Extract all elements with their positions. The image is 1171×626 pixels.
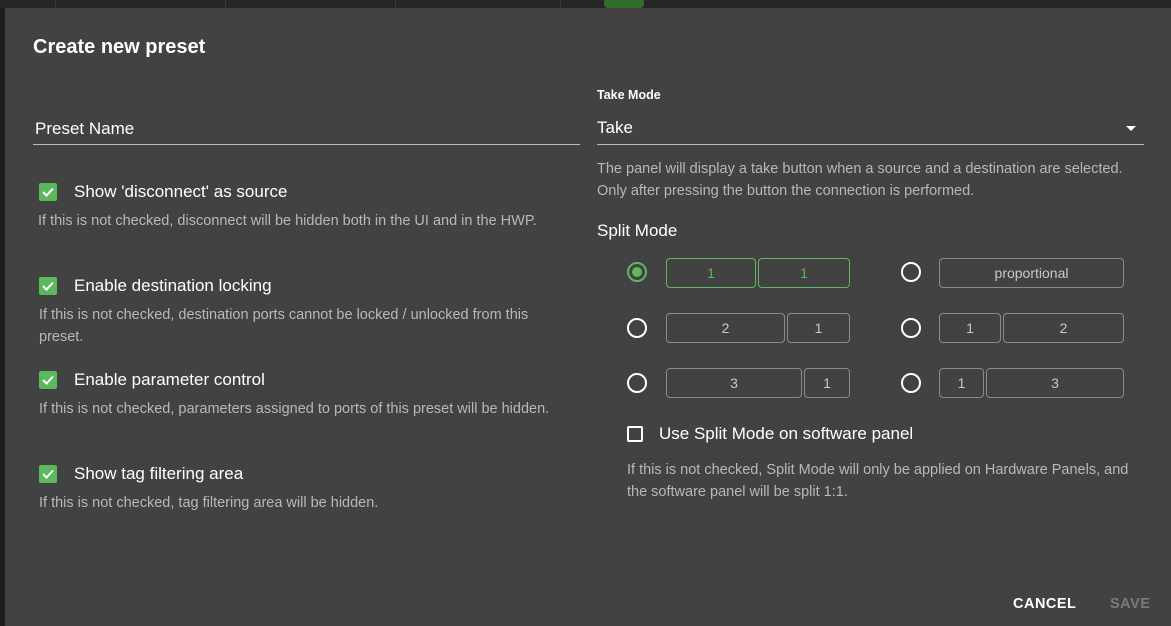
- option-parameter-control: Enable parameter control If this is not …: [39, 368, 579, 420]
- background-divider: [55, 0, 56, 8]
- cancel-button[interactable]: CANCEL: [1013, 596, 1076, 612]
- take-mode-value: Take: [597, 118, 633, 137]
- option-destination-locking: Enable destination locking If this is no…: [39, 274, 579, 348]
- option-label: Enable destination locking: [74, 276, 272, 295]
- option-label: Show tag filtering area: [74, 464, 244, 483]
- split-part: 2: [1003, 313, 1124, 343]
- dialog-title: Create new preset: [33, 36, 206, 58]
- create-preset-dialog: Create new preset Show 'disconnect' as s…: [5, 8, 1171, 626]
- option-help: If this is not checked, disconnect will …: [38, 213, 537, 229]
- destination-locking-checkbox[interactable]: [39, 277, 57, 295]
- software-panel-help: If this is not checked, Split Mode will …: [627, 462, 1129, 500]
- tag-filtering-checkbox[interactable]: [39, 465, 57, 483]
- check-icon: [42, 375, 54, 385]
- split-part: 3: [986, 368, 1124, 398]
- background-divider: [395, 0, 396, 8]
- split-part: 1: [939, 368, 984, 398]
- option-show-disconnect: Show 'disconnect' as source If this is n…: [38, 180, 579, 232]
- option-help: If this is not checked, tag filtering ar…: [39, 495, 379, 511]
- background-divider: [560, 0, 561, 8]
- option-help: If this is not checked, parameters assig…: [39, 401, 550, 417]
- split-part: 3: [666, 368, 802, 398]
- take-mode-help: The panel will display a take button whe…: [597, 161, 1123, 199]
- split-radio-3-1[interactable]: [627, 373, 647, 393]
- split-radio-1-3[interactable]: [901, 373, 921, 393]
- background-app-strip: [0, 0, 1171, 8]
- split-part: 1: [787, 313, 850, 343]
- parameter-control-checkbox[interactable]: [39, 371, 57, 389]
- check-icon: [42, 187, 54, 197]
- split-radio-2-1[interactable]: [627, 318, 647, 338]
- split-part: 1: [939, 313, 1001, 343]
- background-divider: [225, 0, 226, 8]
- option-label: Show 'disconnect' as source: [74, 182, 288, 201]
- take-mode-select[interactable]: Take: [597, 112, 1144, 145]
- split-radio-1-2[interactable]: [901, 318, 921, 338]
- preset-name-field[interactable]: [33, 112, 580, 145]
- save-button[interactable]: SAVE: [1110, 596, 1150, 612]
- option-label: Enable parameter control: [74, 370, 265, 389]
- split-part: 2: [666, 313, 785, 343]
- option-tag-filtering: Show tag filtering area If this is not c…: [39, 462, 579, 514]
- split-radio-proportional[interactable]: [901, 262, 921, 282]
- software-panel-option: Use Split Mode on software panel: [627, 424, 913, 444]
- dropdown-arrow-icon: [1126, 126, 1136, 131]
- take-mode-label: Take Mode: [597, 88, 661, 102]
- check-icon: [42, 469, 54, 479]
- background-indicator: [604, 0, 644, 8]
- software-panel-label: Use Split Mode on software panel: [659, 424, 914, 443]
- split-part: proportional: [939, 258, 1124, 288]
- split-radio-1-1[interactable]: [627, 262, 647, 282]
- show-disconnect-checkbox[interactable]: [39, 183, 57, 201]
- preset-name-input[interactable]: [33, 116, 577, 142]
- software-panel-checkbox[interactable]: [627, 426, 643, 442]
- split-part: 1: [758, 258, 850, 288]
- split-mode-label: Split Mode: [597, 221, 678, 240]
- check-icon: [42, 281, 54, 291]
- split-part: 1: [804, 368, 850, 398]
- option-help: If this is not checked, destination port…: [39, 307, 529, 345]
- split-part: 1: [666, 258, 756, 288]
